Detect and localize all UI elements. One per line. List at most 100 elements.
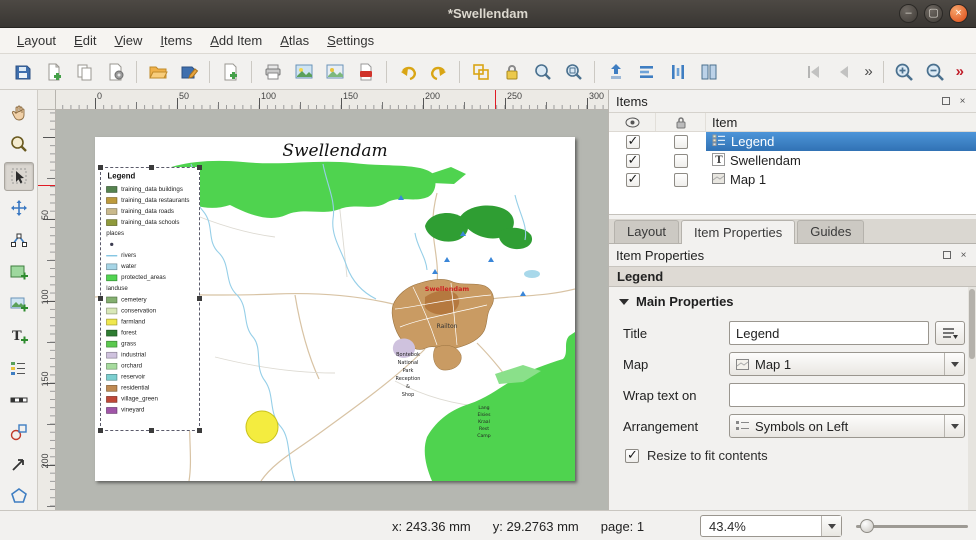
toolbar-overflow-chevron-2[interactable]: » [952, 63, 968, 80]
visibility-checkbox[interactable] [626, 135, 640, 149]
menu-edit[interactable]: Edit [65, 30, 105, 51]
selection-handle[interactable] [197, 296, 202, 301]
new-layout-button[interactable] [39, 57, 68, 86]
selection-handle[interactable] [149, 165, 154, 170]
legend-swatch [106, 318, 117, 325]
add-arrow-tool[interactable] [4, 449, 34, 478]
items-panel-float-button[interactable] [939, 95, 952, 108]
tab-item-properties[interactable]: Item Properties [681, 220, 795, 244]
lock-checkbox[interactable] [674, 173, 688, 187]
add-picture-tool[interactable] [4, 290, 34, 319]
items-row-map-1[interactable]: Map 1 [609, 170, 976, 189]
zoom-level-combo[interactable]: 43.4% [700, 515, 842, 537]
vertical-ruler: 50 100 150 200 [38, 110, 56, 510]
load-template-button[interactable] [143, 57, 172, 86]
menu-view[interactable]: View [105, 30, 151, 51]
selection-handle[interactable] [98, 165, 103, 170]
menu-add-item[interactable]: Add Item [201, 30, 271, 51]
menu-settings[interactable]: Settings [318, 30, 383, 51]
lock-checkbox[interactable] [674, 135, 688, 149]
lock-items-button[interactable] [497, 57, 526, 86]
layout-manager-button[interactable] [101, 57, 130, 86]
menu-atlas[interactable]: Atlas [271, 30, 318, 51]
zoom-full-button[interactable] [559, 57, 588, 86]
visibility-checkbox[interactable] [626, 154, 640, 168]
svg-text:Bontebok: Bontebok [396, 352, 420, 358]
data-defined-override-button[interactable] [935, 321, 965, 345]
zoom-actual-button[interactable] [528, 57, 557, 86]
layout-title-item[interactable]: Swellendam [95, 141, 575, 161]
save-as-template-button[interactable] [174, 57, 203, 86]
raise-items-button[interactable] [601, 57, 630, 86]
export-image-button[interactable] [289, 57, 318, 86]
align-items-button[interactable] [632, 57, 661, 86]
layout-page[interactable]: Swellendam Railton Bontebok National Par… [95, 137, 575, 481]
legend-swatch [106, 197, 117, 204]
group-items-button[interactable] [466, 57, 495, 86]
export-svg-button[interactable] [320, 57, 349, 86]
items-panel-close-button[interactable]: × [956, 95, 969, 108]
slider-handle[interactable] [860, 519, 874, 533]
add-legend-tool[interactable] [4, 353, 34, 382]
zoom-slider[interactable] [856, 525, 968, 528]
redo-button[interactable] [424, 57, 453, 86]
svg-text:T: T [12, 329, 22, 344]
menu-items[interactable]: Items [151, 30, 201, 51]
atlas-prev-button[interactable] [829, 57, 858, 86]
lock-checkbox[interactable] [674, 154, 688, 168]
legend-swatch [106, 352, 117, 359]
maximize-button[interactable]: ▢ [924, 4, 943, 23]
move-item-content-tool[interactable] [4, 194, 34, 223]
titlebar[interactable]: *Swellendam – ▢ × [0, 0, 976, 28]
zoom-tool[interactable] [4, 130, 34, 159]
properties-scrollbar[interactable] [968, 287, 976, 510]
minimize-button[interactable]: – [899, 4, 918, 23]
items-row-swellendam[interactable]: T Swellendam [609, 151, 976, 170]
add-scalebar-tool[interactable] [4, 385, 34, 414]
selection-handle[interactable] [98, 296, 103, 301]
wrap-text-input[interactable] [729, 383, 965, 407]
save-project-button[interactable] [8, 57, 37, 86]
print-button[interactable] [258, 57, 287, 86]
selection-handle[interactable] [197, 428, 202, 433]
toolbar-overflow-chevron[interactable]: » [860, 63, 876, 80]
legend-title-input[interactable] [729, 321, 929, 345]
select-move-item-tool[interactable] [4, 162, 34, 191]
resize-items-button[interactable] [694, 57, 723, 86]
close-button[interactable]: × [949, 4, 968, 23]
add-label-tool[interactable]: T [4, 322, 34, 351]
selection-handle[interactable] [197, 165, 202, 170]
selection-handle[interactable] [98, 428, 103, 433]
duplicate-layout-button[interactable] [70, 57, 99, 86]
map-pond [524, 270, 540, 278]
legend-swatch [106, 263, 117, 270]
tab-layout[interactable]: Layout [614, 220, 679, 243]
items-row-legend[interactable]: Legend [609, 132, 976, 151]
add-map-tool[interactable] [4, 258, 34, 287]
add-node-item-tool[interactable] [4, 481, 34, 510]
export-pdf-button[interactable] [351, 57, 380, 86]
resize-to-fit-checkbox[interactable] [625, 449, 639, 463]
undo-button[interactable] [393, 57, 422, 86]
pan-tool[interactable] [4, 98, 34, 127]
selection-handle[interactable] [149, 428, 154, 433]
add-shape-tool[interactable] [4, 417, 34, 446]
atlas-first-button[interactable] [798, 57, 827, 86]
arrangement-field-label: Arrangement [623, 419, 723, 434]
map-select[interactable]: Map 1 [729, 352, 965, 376]
layout-canvas[interactable]: Swellendam Railton Bontebok National Par… [56, 110, 608, 510]
main-properties-section[interactable]: Main Properties [609, 287, 976, 314]
zoom-in-button[interactable] [890, 57, 919, 86]
add-pages-button[interactable] [216, 57, 245, 86]
item-properties-float-button[interactable] [940, 249, 953, 262]
zoom-out-button[interactable] [921, 57, 950, 86]
distribute-items-button[interactable] [663, 57, 692, 86]
visibility-checkbox[interactable] [626, 173, 640, 187]
arrangement-select[interactable]: Symbols on Left [729, 414, 965, 438]
menu-layout[interactable]: Layout [8, 30, 65, 51]
legend-item[interactable]: Legend training_data buildings training_… [100, 167, 200, 431]
item-properties-panel: Item Properties × Legend Main Properties… [609, 244, 976, 510]
tab-guides[interactable]: Guides [797, 220, 864, 243]
edit-nodes-tool[interactable] [4, 226, 34, 255]
item-properties-close-button[interactable]: × [957, 249, 970, 262]
